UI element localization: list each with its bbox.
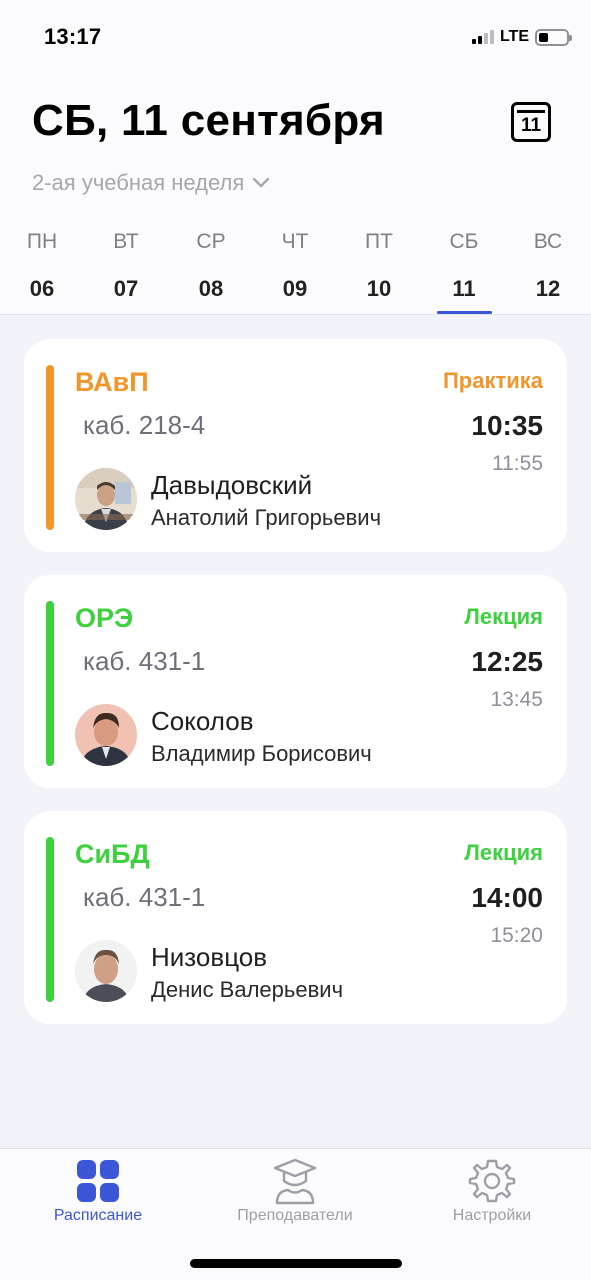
tab-schedule-label: Расписание bbox=[53, 1207, 143, 1224]
day-name: ПН bbox=[26, 230, 58, 253]
lesson-room: каб. 431-1 bbox=[83, 882, 206, 912]
lesson-end-time: 13:45 bbox=[490, 688, 543, 711]
teacher-name: Владимир Борисович bbox=[151, 741, 372, 766]
lesson-subject: ВАвП bbox=[75, 367, 149, 397]
header-area: 13:17 LTE СБ, 11 сентября 11 2-ая учебна… bbox=[0, 0, 591, 315]
teacher-avatar bbox=[75, 468, 137, 530]
day-mon[interactable]: ПН 06 bbox=[7, 230, 77, 302]
lesson-start-time: 12:25 bbox=[471, 646, 543, 677]
lesson-end-time: 11:55 bbox=[492, 452, 543, 475]
graduation-cap-icon bbox=[273, 1158, 317, 1205]
page-title: СБ, 11 сентября bbox=[32, 96, 385, 145]
selected-day-indicator bbox=[437, 311, 492, 314]
teacher-name: Анатолий Григорьевич bbox=[151, 505, 382, 530]
gear-icon bbox=[468, 1159, 516, 1203]
network-label: LTE bbox=[499, 28, 529, 45]
lesson-color-bar bbox=[46, 365, 54, 530]
lesson-card[interactable]: ОРЭ каб. 431-1 Лекция 12:25 13:45 Соколо… bbox=[24, 575, 567, 788]
teacher-avatar bbox=[75, 940, 137, 1002]
lesson-color-bar bbox=[46, 601, 54, 766]
status-time: 13:17 bbox=[44, 24, 102, 49]
tab-settings-label: Настройки bbox=[452, 1207, 532, 1224]
week-label: 2-ая учебная неделя bbox=[32, 170, 245, 195]
tab-teachers[interactable]: Преподаватели bbox=[215, 1149, 375, 1239]
teacher-surname: Давыдовский bbox=[151, 470, 313, 500]
day-sun[interactable]: ВС 12 bbox=[513, 230, 583, 302]
lesson-room: каб. 431-1 bbox=[83, 646, 206, 676]
lesson-subject: ОРЭ bbox=[75, 603, 134, 633]
calendar-icon[interactable]: 11 bbox=[511, 102, 551, 142]
lesson-card[interactable]: ВАвП каб. 218-4 Практика 10:35 11:55 Дав… bbox=[24, 339, 567, 552]
calendar-icon-day: 11 bbox=[520, 115, 542, 136]
lesson-start-time: 14:00 bbox=[471, 882, 543, 913]
lesson-card[interactable]: СиБД каб. 431-1 Лекция 14:00 15:20 Низов… bbox=[24, 811, 567, 1024]
teacher-surname: Низовцов bbox=[151, 942, 268, 972]
teacher-surname: Соколов bbox=[151, 706, 254, 736]
day-number: 12 bbox=[535, 276, 561, 301]
day-name: ВТ bbox=[113, 230, 139, 253]
day-number: 10 bbox=[366, 276, 392, 301]
grid-icon bbox=[77, 1160, 119, 1202]
tab-teachers-label: Преподаватели bbox=[237, 1207, 353, 1224]
lesson-subject: СиБД bbox=[75, 839, 150, 869]
lesson-room: каб. 218-4 bbox=[83, 410, 206, 440]
lesson-type: Лекция bbox=[464, 604, 543, 629]
day-name: СБ bbox=[449, 230, 479, 253]
day-name: ПТ bbox=[365, 230, 393, 253]
home-indicator bbox=[190, 1259, 402, 1268]
status-icons: LTE bbox=[471, 26, 572, 48]
teacher-name: Денис Валерьевич bbox=[151, 977, 344, 1002]
day-number: 06 bbox=[29, 276, 55, 301]
day-name: СР bbox=[196, 230, 226, 253]
tab-schedule[interactable]: Расписание bbox=[18, 1149, 178, 1239]
lesson-end-time: 15:20 bbox=[490, 924, 543, 947]
day-name: ВС bbox=[533, 230, 563, 253]
day-sat[interactable]: СБ 11 bbox=[429, 230, 499, 302]
day-fri[interactable]: ПТ 10 bbox=[344, 230, 414, 302]
lesson-type: Практика bbox=[442, 368, 543, 393]
day-tue[interactable]: ВТ 07 bbox=[91, 230, 161, 302]
chevron-down-icon bbox=[253, 177, 270, 188]
day-number: 11 bbox=[452, 276, 476, 301]
day-number: 09 bbox=[282, 276, 308, 301]
day-strip: ПН 06 ВТ 07 СР 08 ЧТ 09 ПТ 10 СБ 11 ВС 1… bbox=[0, 230, 591, 316]
battery-icon bbox=[535, 28, 572, 46]
day-number: 08 bbox=[198, 276, 224, 301]
teacher-avatar bbox=[75, 704, 137, 766]
tab-settings[interactable]: Настройки bbox=[412, 1149, 572, 1239]
day-wed[interactable]: СР 08 bbox=[176, 230, 246, 302]
lesson-type: Лекция bbox=[464, 840, 543, 865]
day-thu[interactable]: ЧТ 09 bbox=[260, 230, 330, 302]
day-number: 07 bbox=[113, 276, 139, 301]
day-name: ЧТ bbox=[281, 230, 309, 253]
lesson-color-bar bbox=[46, 837, 54, 1002]
week-selector[interactable]: 2-ая учебная неделя bbox=[32, 170, 270, 196]
signal-icon bbox=[471, 30, 494, 44]
lesson-start-time: 10:35 bbox=[471, 410, 543, 441]
